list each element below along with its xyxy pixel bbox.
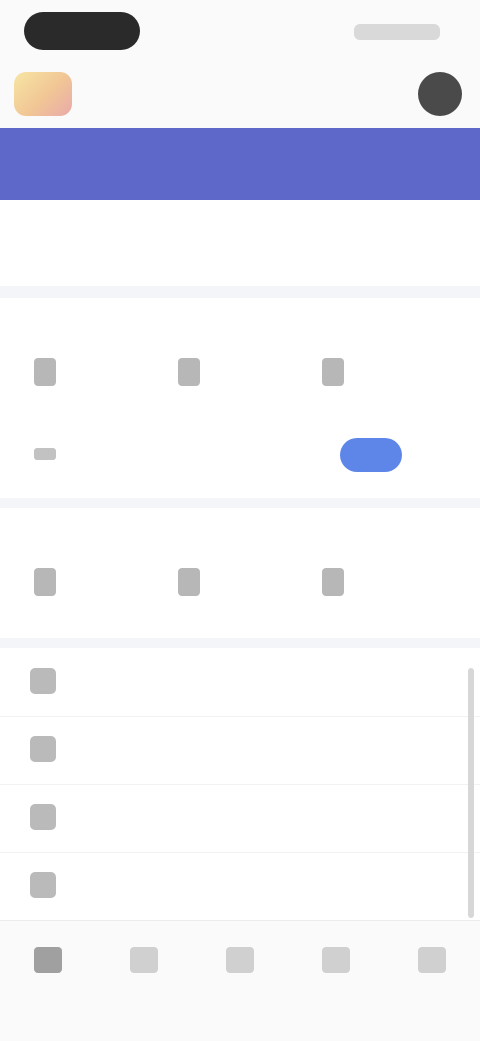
list-item[interactable] <box>0 784 480 853</box>
grid-item[interactable] <box>322 560 462 630</box>
info-icon <box>30 668 56 694</box>
toggle-row-icon <box>34 448 56 460</box>
status-bar <box>0 0 480 60</box>
list-item[interactable] <box>0 716 480 785</box>
banner <box>0 128 480 200</box>
section-card-2 <box>0 508 480 638</box>
status-time-pill <box>24 12 140 50</box>
bottom-tab-bar <box>0 920 480 1041</box>
grid-item[interactable] <box>34 560 174 630</box>
app-logo[interactable] <box>14 72 72 116</box>
contact-icon <box>30 872 56 898</box>
section-card-1 <box>0 298 480 498</box>
discover-icon <box>130 947 158 973</box>
folder-icon <box>34 568 56 596</box>
scrollbar[interactable] <box>468 668 474 918</box>
tab-add[interactable] <box>192 937 288 997</box>
tab-home[interactable] <box>0 937 96 997</box>
list-item[interactable] <box>0 852 480 921</box>
section-grid <box>0 560 480 630</box>
profile-icon <box>418 947 446 973</box>
home-icon <box>34 947 62 973</box>
grid-item[interactable] <box>34 350 174 420</box>
share-icon <box>30 736 56 762</box>
tab-messages[interactable] <box>288 937 384 997</box>
settings-icon <box>322 358 344 386</box>
tab-discover[interactable] <box>96 937 192 997</box>
chart-icon <box>178 568 200 596</box>
grid-item[interactable] <box>322 350 462 420</box>
add-icon <box>226 947 254 973</box>
help-icon <box>30 804 56 830</box>
menu-list <box>0 648 480 921</box>
calendar-icon <box>322 568 344 596</box>
section-grid <box>0 350 480 420</box>
grid-item[interactable] <box>178 350 318 420</box>
toggle-switch[interactable] <box>340 438 402 472</box>
app-header <box>0 60 480 128</box>
message-icon <box>322 947 350 973</box>
document-icon <box>34 358 56 386</box>
toggle-row <box>0 428 480 480</box>
stats-icon <box>178 358 200 386</box>
tab-profile[interactable] <box>384 937 480 997</box>
avatar[interactable] <box>418 72 462 116</box>
grid-item[interactable] <box>178 560 318 630</box>
info-row[interactable] <box>0 200 480 286</box>
list-item[interactable] <box>0 648 480 717</box>
status-icons <box>354 24 440 40</box>
